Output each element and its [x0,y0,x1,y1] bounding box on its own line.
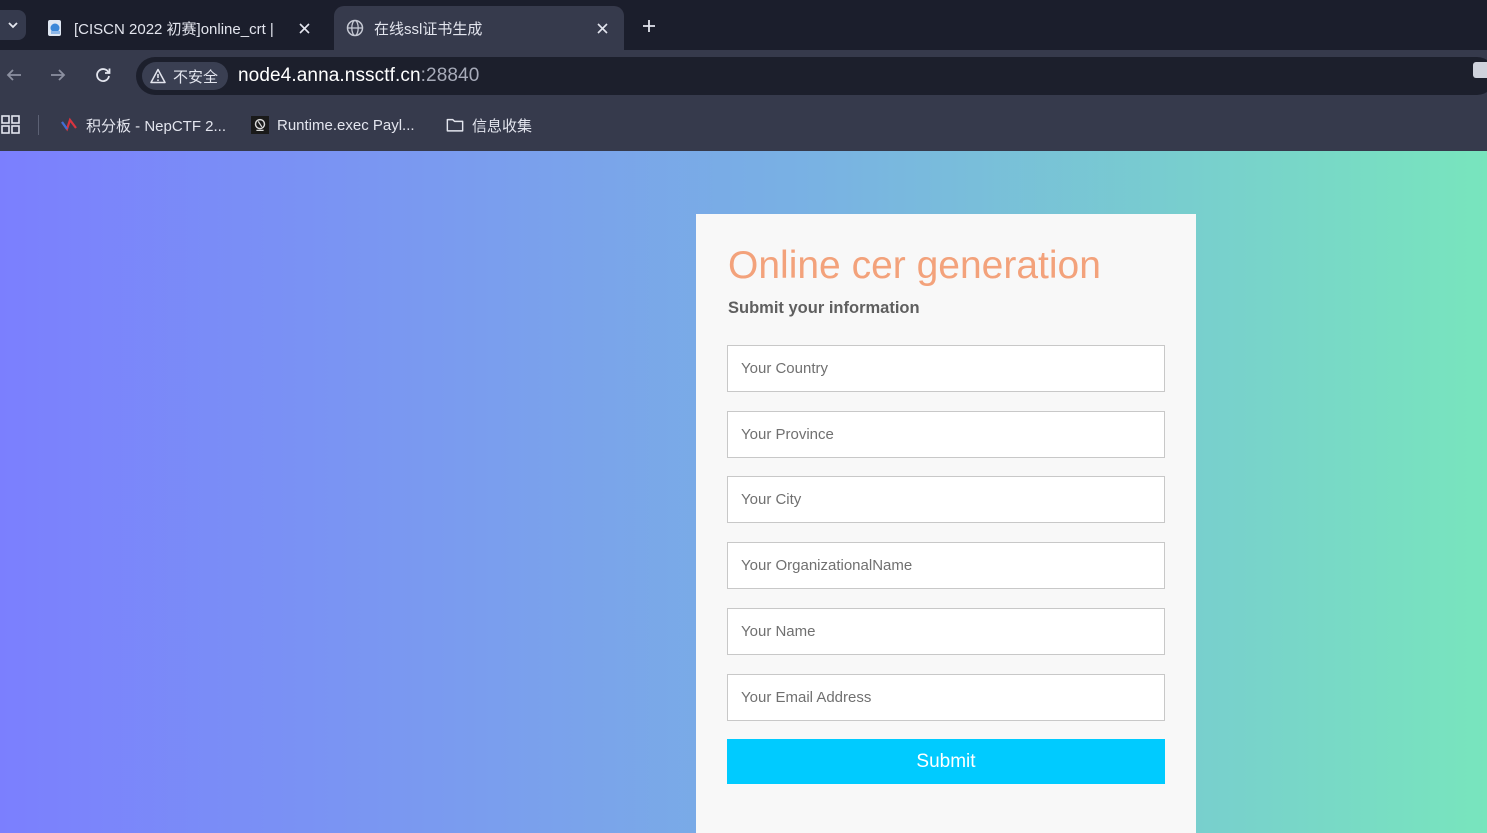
reload-button[interactable] [91,63,115,87]
city-input[interactable] [727,476,1165,523]
tab-title: 在线ssl证书生成 [374,20,483,38]
url-port: :28840 [420,65,480,86]
arrow-right-icon [51,69,66,81]
url-host: node4.anna.nssctf.cn [238,65,421,86]
arrow-left-icon [6,69,21,81]
reload-icon [96,68,111,82]
security-label: 不安全 [173,68,219,86]
tab-ssl-generator[interactable]: 在线ssl证书生成 [334,6,624,50]
email-input[interactable] [727,674,1165,721]
country-input[interactable] [727,345,1165,392]
translate-icon[interactable] [1473,62,1487,78]
page-background: Online cer generation Submit your inform… [0,151,1487,833]
tab-title: [CISCN 2022 初赛]online_crt | [74,20,274,38]
organization-input[interactable] [727,542,1165,589]
cert-form-card: Online cer generation Submit your inform… [696,214,1196,833]
runtime-favicon-icon [251,116,269,134]
submit-button[interactable]: Submit [727,739,1165,784]
bookmarks-bar: 积分板 - NepCTF 2... Runtime.exec Payl... 信… [0,100,1487,151]
bookmark-runtime-exec[interactable]: Runtime.exec Payl... [251,113,415,137]
security-indicator[interactable]: 不安全 [142,62,229,90]
folder-icon [446,116,464,134]
province-input[interactable] [727,411,1165,458]
apps-grid-icon[interactable] [1,115,21,135]
form-title: Online cer generation [728,244,1101,287]
plus-icon [643,20,655,32]
close-icon[interactable] [294,18,314,38]
tab-ciscn[interactable]: [CISCN 2022 初赛]online_crt | [34,6,326,50]
name-input[interactable] [727,608,1165,655]
url-text[interactable]: node4.anna.nssctf.cn:28840 [238,65,479,87]
warning-icon [150,68,166,84]
back-button[interactable] [2,63,26,87]
bookmark-folder-info[interactable]: 信息收集 [446,113,532,137]
chevron-down-icon [8,22,18,29]
tab-strip: [CISCN 2022 初赛]online_crt | 在线ssl证书生成 [0,0,1487,50]
address-bar[interactable]: 不安全 node4.anna.nssctf.cn:28840 [136,57,1487,95]
form-subtitle: Submit your information [728,299,920,317]
bookmark-nepctf[interactable]: 积分板 - NepCTF 2... [60,113,226,137]
close-icon[interactable] [592,18,612,38]
globe-icon [346,19,364,37]
bookmark-label: 信息收集 [472,117,533,135]
nssctf-favicon-icon [46,19,64,37]
nepctf-favicon-icon [60,116,78,134]
bookmarks-separator [38,115,39,135]
forward-button[interactable] [46,63,70,87]
browser-toolbar: 不安全 node4.anna.nssctf.cn:28840 [0,50,1487,100]
tab-search-button[interactable] [0,10,26,40]
new-tab-button[interactable] [636,13,662,39]
bookmark-label: 积分板 - NepCTF 2... [86,117,227,135]
bookmark-label: Runtime.exec Payl... [277,116,415,134]
